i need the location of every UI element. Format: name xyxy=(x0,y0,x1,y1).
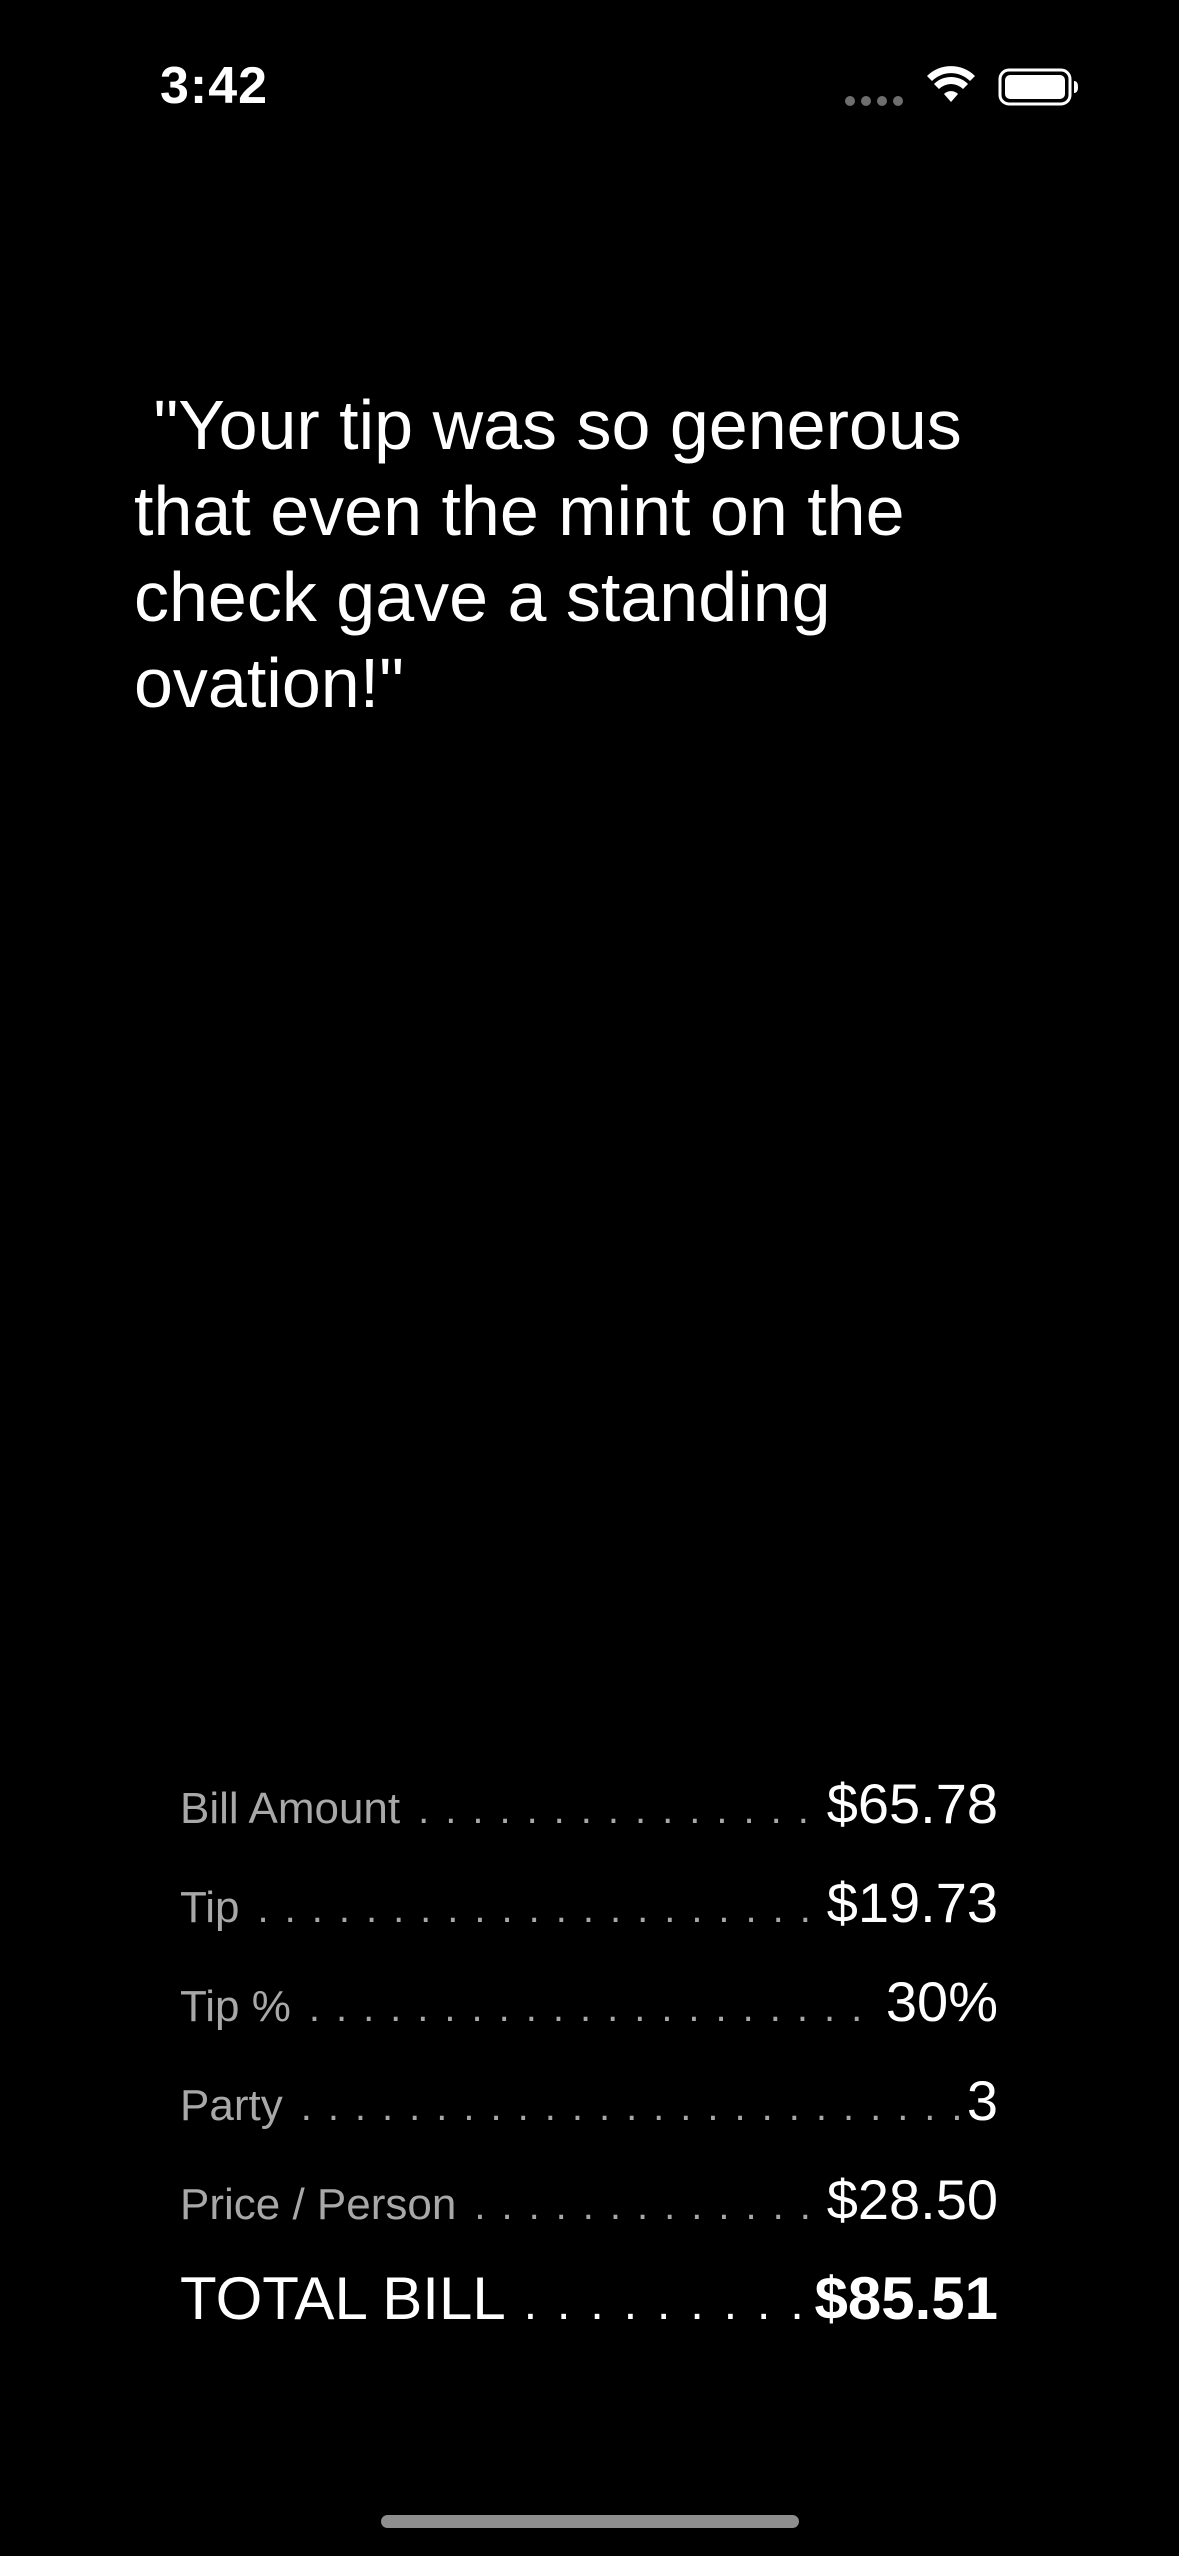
row-label: Tip % xyxy=(180,1982,291,2031)
home-indicator[interactable] xyxy=(381,2515,799,2528)
dot-leader: .................................. xyxy=(474,2184,820,2228)
dot-leader: .................................. xyxy=(308,1986,880,2030)
wifi-icon xyxy=(927,66,975,102)
bill-summary: Bill Amount ............................… xyxy=(180,1760,998,2354)
tip-row: Tip .................................. $… xyxy=(180,1859,998,1958)
dot-leader: .................................. xyxy=(300,2085,961,2129)
total-label: TOTAL BILL xyxy=(180,2265,506,2332)
row-label: Tip xyxy=(180,1883,240,1932)
dot-leader: .................................. xyxy=(418,1788,821,1832)
signal-dots-icon xyxy=(845,96,903,106)
row-value: $28.50 xyxy=(826,2168,998,2231)
dot-leader: .......................... xyxy=(523,2277,809,2330)
tip-quote: "Your tip was so generous that even the … xyxy=(134,386,982,722)
battery-icon xyxy=(998,68,1078,106)
row-value: $19.73 xyxy=(826,1871,998,1934)
row-label: Party xyxy=(180,2081,283,2130)
row-value: $65.78 xyxy=(826,1772,998,1835)
party-row: Party ..................................… xyxy=(180,2057,998,2156)
bill-amount-row: Bill Amount ............................… xyxy=(180,1760,998,1859)
total-bill-row: TOTAL BILL .......................... $8… xyxy=(180,2255,998,2354)
price-per-person-row: Price / Person .........................… xyxy=(180,2156,998,2255)
row-value: 3 xyxy=(966,2069,998,2132)
total-value: $85.51 xyxy=(814,2265,998,2332)
row-label: Price / Person xyxy=(180,2180,457,2229)
row-value: 30% xyxy=(885,1970,998,2033)
status-time: 3:42 xyxy=(160,57,269,115)
row-label: Bill Amount xyxy=(180,1784,401,1833)
tip-percent-row: Tip % ..................................… xyxy=(180,1958,998,2057)
dot-leader: .................................. xyxy=(257,1887,821,1931)
status-bar: 3:42 xyxy=(0,0,1179,170)
